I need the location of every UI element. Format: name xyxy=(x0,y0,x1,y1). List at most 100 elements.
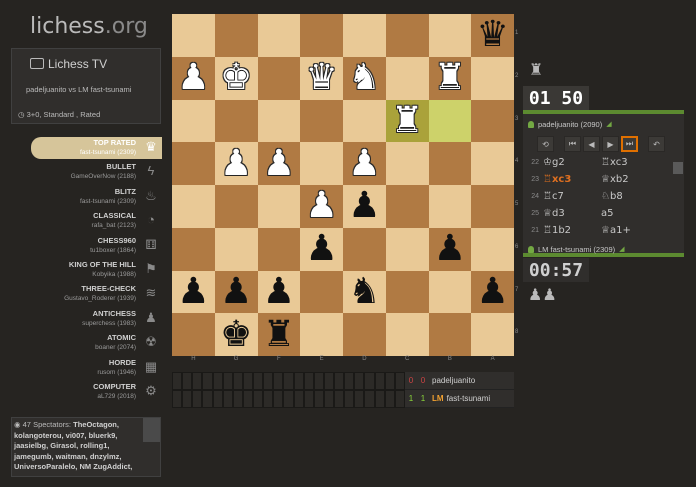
channel-top-rated[interactable]: TOP RATED fast-tsunami (2309) ♛ xyxy=(31,137,162,159)
board-square[interactable] xyxy=(172,99,215,143)
board-square[interactable]: ♚ xyxy=(214,56,258,100)
black-queen[interactable]: ♛ xyxy=(476,15,508,55)
board-square[interactable] xyxy=(300,313,343,356)
board-square[interactable] xyxy=(300,99,343,143)
board-square[interactable] xyxy=(214,14,258,57)
flip-board-button[interactable]: ⟲ xyxy=(537,136,554,152)
black-knight[interactable]: ♞ xyxy=(348,271,380,312)
board-square[interactable] xyxy=(257,14,301,57)
black-pawn[interactable]: ♟ xyxy=(305,229,337,269)
result-row[interactable]: 1 1 LM fast-tsunami xyxy=(405,390,514,408)
white-pawn[interactable]: ♟ xyxy=(177,58,209,98)
board-square[interactable] xyxy=(257,56,301,100)
next-move-button[interactable]: ▶ xyxy=(602,136,619,152)
black-move[interactable]: a5 xyxy=(601,208,659,219)
white-queen[interactable]: ♛ xyxy=(305,58,337,98)
channel-three-check[interactable]: THREE-CHECK Gustavo_Roderer (1939) ≋ xyxy=(31,283,162,305)
board-square[interactable] xyxy=(172,185,215,228)
board-square[interactable] xyxy=(471,99,514,143)
black-pawn[interactable]: ♟ xyxy=(348,186,380,226)
board-square[interactable] xyxy=(300,270,343,314)
board-square[interactable] xyxy=(172,227,215,271)
channel-computer[interactable]: COMPUTER aL729 (2018) ⚙ xyxy=(31,381,162,403)
board-square[interactable] xyxy=(257,185,301,228)
black-pawn[interactable]: ♟ xyxy=(220,271,252,312)
board-square[interactable] xyxy=(214,99,258,143)
board-square[interactable]: ♛ xyxy=(471,14,514,57)
move-list-scrollbar[interactable] xyxy=(673,162,683,174)
white-pawn[interactable]: ♟ xyxy=(220,143,252,184)
board-square[interactable] xyxy=(172,14,215,57)
channel-horde[interactable]: HORDE rusom (1946) ▦ xyxy=(31,357,162,379)
board-square[interactable]: ♟ xyxy=(343,142,386,185)
board-square[interactable] xyxy=(428,270,472,314)
black-pawn[interactable]: ♟ xyxy=(263,271,295,312)
board-square[interactable]: ♞ xyxy=(343,56,386,100)
board-square[interactable] xyxy=(471,185,514,228)
black-rook[interactable]: ♜ xyxy=(263,314,295,355)
board-square[interactable]: ♟ xyxy=(214,270,258,314)
board-square[interactable]: ♛ xyxy=(300,56,343,100)
board-square[interactable] xyxy=(385,270,429,314)
board-square[interactable]: ♟ xyxy=(428,227,472,271)
board-square[interactable]: ♟ xyxy=(257,142,301,185)
board-square[interactable]: ♟ xyxy=(300,185,343,228)
board-square[interactable] xyxy=(385,142,429,185)
white-move[interactable]: ♔g2 xyxy=(543,157,601,168)
channel-classical[interactable]: CLASSICAL rafa_bat (2123) ◔ xyxy=(31,210,162,232)
board-square[interactable] xyxy=(257,99,301,143)
board-square[interactable] xyxy=(428,14,472,57)
board-square[interactable]: ♜ xyxy=(428,56,472,100)
white-pawn[interactable]: ♟ xyxy=(263,143,295,184)
last-move-button[interactable]: ⏭ xyxy=(621,136,638,152)
board-square[interactable]: ♜ xyxy=(257,313,301,356)
black-move[interactable]: ♕a1+ xyxy=(601,225,659,236)
board-square[interactable] xyxy=(172,313,215,356)
board-square[interactable]: ♜ xyxy=(385,99,429,143)
white-move[interactable]: ♖xc3 xyxy=(543,174,601,185)
board-square[interactable] xyxy=(428,313,472,356)
board-square[interactable] xyxy=(471,56,514,100)
channel-antichess[interactable]: ANTICHESS superchess (1983) ♟ xyxy=(31,308,162,330)
board-square[interactable]: ♟ xyxy=(343,185,386,228)
board-square[interactable] xyxy=(343,227,386,271)
board-square[interactable]: ♟ xyxy=(214,142,258,185)
channel-atomic[interactable]: ATOMIC boaner (2074) ☢ xyxy=(31,332,162,354)
channel-chess960[interactable]: CHESS960 tu1boxer (1864) ⚅ xyxy=(31,235,162,257)
prev-move-button[interactable]: ◀ xyxy=(583,136,600,152)
board-square[interactable] xyxy=(471,142,514,185)
white-knight[interactable]: ♞ xyxy=(348,58,380,98)
white-king[interactable]: ♚ xyxy=(220,58,252,98)
result-row[interactable]: 0 0 padeljuanito xyxy=(405,372,514,390)
channel-king-of-the-hill[interactable]: KING OF THE HILL Kobyika (1988) ⚑ xyxy=(31,259,162,281)
board-square[interactable] xyxy=(343,313,386,356)
board-square[interactable] xyxy=(343,99,386,143)
first-move-button[interactable]: ⏮ xyxy=(564,136,581,152)
board-square[interactable] xyxy=(385,185,429,228)
white-rook[interactable]: ♜ xyxy=(434,58,466,98)
board-square[interactable]: ♟ xyxy=(172,270,215,314)
board-square[interactable] xyxy=(471,227,514,271)
board-square[interactable] xyxy=(257,227,301,271)
white-pawn[interactable]: ♟ xyxy=(348,143,380,184)
board-square[interactable]: ♟ xyxy=(300,227,343,271)
channel-bullet[interactable]: BULLET GameOverNow (2188) ϟ xyxy=(31,161,162,183)
board-square[interactable] xyxy=(428,185,472,228)
board-square[interactable] xyxy=(385,313,429,356)
black-pawn[interactable]: ♟ xyxy=(476,271,508,312)
board-square[interactable] xyxy=(214,227,258,271)
black-pawn[interactable]: ♟ xyxy=(177,271,209,312)
top-player[interactable]: padeljuanito (2090) ◢ xyxy=(523,114,684,134)
tv-players[interactable]: padeljuanito vs LM fast-tsunami xyxy=(26,85,131,94)
board-square[interactable]: ♟ xyxy=(257,270,301,314)
channel-blitz[interactable]: BLITZ fast-tsunami (2309) ♨ xyxy=(31,186,162,208)
bottom-player[interactable]: LM fast-tsunami (2309) ◢ xyxy=(523,239,684,259)
board-square[interactable] xyxy=(343,14,386,57)
board-square[interactable] xyxy=(385,56,429,100)
board-square[interactable] xyxy=(214,185,258,228)
black-move[interactable]: ♕xb2 xyxy=(601,174,659,185)
black-move[interactable]: ♘b8 xyxy=(601,191,659,202)
board-square[interactable] xyxy=(471,313,514,356)
white-move[interactable]: ♖1b2 xyxy=(543,225,601,236)
site-logo[interactable]: lichess.org xyxy=(30,14,148,39)
